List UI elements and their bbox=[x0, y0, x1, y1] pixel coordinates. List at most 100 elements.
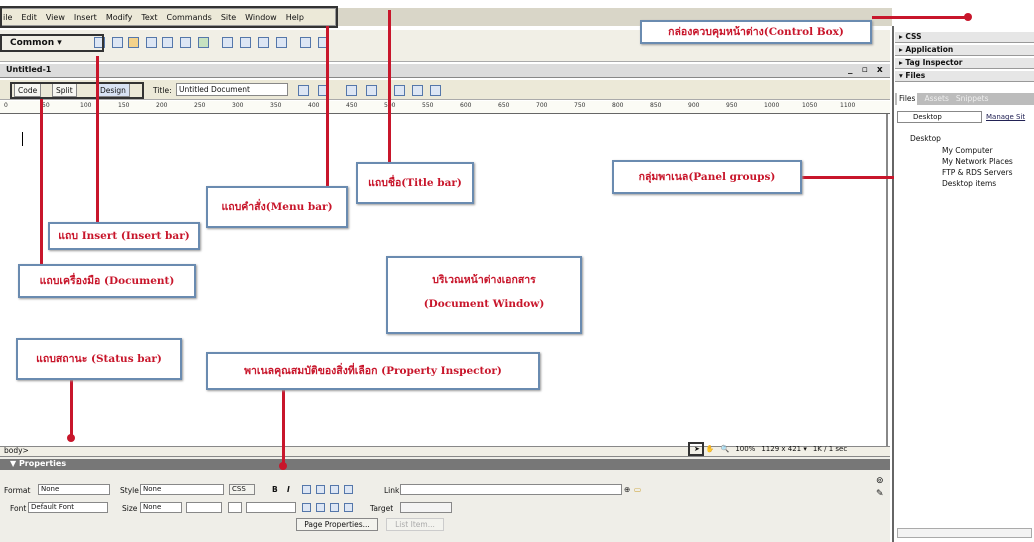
ruler-tick: 750 bbox=[574, 102, 586, 109]
zoom-select[interactable]: 100% bbox=[735, 445, 755, 453]
tree-ftp-rds-servers[interactable]: FTP & RDS Servers bbox=[942, 168, 1013, 177]
align-left-icon[interactable] bbox=[302, 485, 311, 494]
property-inspector-dot bbox=[279, 462, 287, 470]
size-select[interactable]: None bbox=[140, 502, 182, 513]
comment-icon[interactable] bbox=[240, 37, 251, 48]
target-select[interactable] bbox=[400, 502, 452, 513]
style-select[interactable]: None bbox=[140, 484, 224, 495]
layer-icon[interactable] bbox=[162, 37, 173, 48]
ruler-tick: 550 bbox=[422, 102, 434, 109]
ruler-tick: 50 bbox=[42, 102, 50, 109]
callout-insert-bar: แถบ Insert (Insert bar) bbox=[48, 222, 200, 250]
view-options-icon[interactable] bbox=[412, 85, 423, 96]
control-box-pointer bbox=[872, 16, 968, 19]
check-browser-icon[interactable] bbox=[346, 85, 357, 96]
link-label: Link bbox=[384, 486, 400, 495]
justify-icon[interactable] bbox=[344, 485, 353, 494]
page-properties-button[interactable]: Page Properties... bbox=[296, 518, 378, 531]
menu-bar-pointer bbox=[326, 26, 329, 186]
callout-status-bar: แถบสถานะ (Status bar) bbox=[16, 338, 182, 380]
ruler-tick: 850 bbox=[650, 102, 662, 109]
quick-tag-editor-icon[interactable]: ✎ bbox=[876, 489, 884, 499]
ruler-tick: 1000 bbox=[764, 102, 780, 109]
download-size: 1K / 1 sec bbox=[812, 445, 848, 453]
tag-inspector-panel-header[interactable]: ▸ Tag Inspector bbox=[895, 58, 1034, 69]
head-icon[interactable] bbox=[276, 37, 287, 48]
bold-button[interactable]: B bbox=[272, 485, 278, 494]
site-select[interactable]: Desktop bbox=[897, 111, 982, 123]
zoom-tool-icon[interactable]: 🔍 bbox=[721, 445, 730, 453]
date-icon[interactable] bbox=[222, 37, 233, 48]
align-center-icon[interactable] bbox=[316, 485, 325, 494]
file-management-icon[interactable] bbox=[298, 85, 309, 96]
application-panel-header[interactable]: ▸ Application bbox=[895, 45, 1034, 56]
ruler: 0501001502002503003504004505005506006507… bbox=[0, 101, 890, 114]
refresh-icon[interactable] bbox=[394, 85, 405, 96]
point-to-file-icon[interactable]: ⊕ bbox=[624, 485, 630, 494]
ruler-tick: 100 bbox=[80, 102, 92, 109]
format-select[interactable]: None bbox=[38, 484, 110, 495]
link-input[interactable] bbox=[400, 484, 622, 495]
ruler-tick: 250 bbox=[194, 102, 206, 109]
title-input[interactable]: Untitled Document bbox=[176, 83, 288, 96]
text-color-input[interactable] bbox=[246, 502, 296, 513]
ruler-tick: 200 bbox=[156, 102, 168, 109]
script-icon[interactable] bbox=[300, 37, 311, 48]
ruler-tick: 400 bbox=[308, 102, 320, 109]
image-icon[interactable] bbox=[180, 37, 191, 48]
table-icon[interactable] bbox=[146, 37, 157, 48]
control-box-dot bbox=[964, 13, 972, 21]
ruler-tick: 150 bbox=[118, 102, 130, 109]
ruler-tick: 300 bbox=[232, 102, 244, 109]
list-item-button[interactable]: List Item... bbox=[386, 518, 444, 531]
tab-files[interactable]: Files bbox=[897, 93, 918, 105]
text-color-picker[interactable] bbox=[228, 502, 242, 513]
ruler-tick: 450 bbox=[346, 102, 358, 109]
css-panel-header[interactable]: ▸ CSS bbox=[895, 32, 1034, 43]
panel-groups-pointer bbox=[802, 176, 894, 179]
ruler-tick: 350 bbox=[270, 102, 282, 109]
insert-bar-pointer bbox=[96, 56, 99, 228]
folder-icon[interactable]: ▭ bbox=[634, 485, 641, 494]
status-tools: ➤ ✋ 🔍 100% 1129 x 421 ▾ 1K / 1 sec bbox=[694, 445, 847, 453]
italic-button[interactable]: I bbox=[287, 485, 290, 494]
text-cursor bbox=[22, 132, 23, 146]
template-icon[interactable] bbox=[258, 37, 269, 48]
css-button[interactable]: CSS bbox=[229, 484, 255, 495]
align-right-icon[interactable] bbox=[330, 485, 339, 494]
email-link-icon[interactable] bbox=[112, 37, 123, 48]
document-tab-strip bbox=[0, 64, 890, 78]
validate-icon[interactable] bbox=[366, 85, 377, 96]
tree-my-network-places[interactable]: My Network Places bbox=[942, 157, 1013, 166]
unordered-list-icon[interactable] bbox=[302, 503, 311, 512]
tree-desktop[interactable]: Desktop bbox=[910, 134, 941, 143]
files-panel-header[interactable]: ▾ Files bbox=[895, 71, 1034, 82]
media-icon[interactable] bbox=[198, 37, 209, 48]
ruler-tick: 1050 bbox=[802, 102, 818, 109]
ordered-list-icon[interactable] bbox=[316, 503, 325, 512]
title-label: Title: bbox=[153, 86, 172, 95]
properties-header[interactable]: ▼ Properties bbox=[0, 459, 890, 470]
font-select[interactable]: Default Font bbox=[28, 502, 108, 513]
visual-aids-icon[interactable] bbox=[430, 85, 441, 96]
window-size-select[interactable]: 1129 x 421 ▾ bbox=[761, 445, 807, 453]
size-unit-select[interactable] bbox=[186, 502, 222, 513]
tree-desktop-items[interactable]: Desktop items bbox=[942, 179, 996, 188]
document-toolbar-pointer bbox=[40, 99, 43, 265]
document-tab[interactable]: Untitled-1 bbox=[6, 65, 51, 74]
outdent-icon[interactable] bbox=[330, 503, 339, 512]
named-anchor-icon[interactable] bbox=[128, 37, 139, 48]
menu-bar-highlight bbox=[0, 6, 338, 28]
manage-sites-link[interactable]: Manage Sit bbox=[986, 113, 1025, 121]
window-controls[interactable]: _ ▫ x bbox=[848, 65, 886, 75]
tag-selector[interactable]: body> bbox=[4, 446, 29, 455]
tab-snippets[interactable]: Snippets bbox=[956, 93, 989, 105]
panel-horizontal-scrollbar[interactable] bbox=[897, 528, 1032, 538]
hand-tool-icon[interactable]: ✋ bbox=[706, 445, 715, 453]
status-bar-dot bbox=[67, 434, 75, 442]
help-icon[interactable]: ⊚ bbox=[876, 476, 884, 486]
callout-property-inspector: พาเนลคุณสมบัติของสิ่งที่เลือก (Property … bbox=[206, 352, 540, 390]
tree-my-computer[interactable]: My Computer bbox=[942, 146, 993, 155]
tab-assets[interactable]: Assets bbox=[924, 93, 948, 105]
indent-icon[interactable] bbox=[344, 503, 353, 512]
